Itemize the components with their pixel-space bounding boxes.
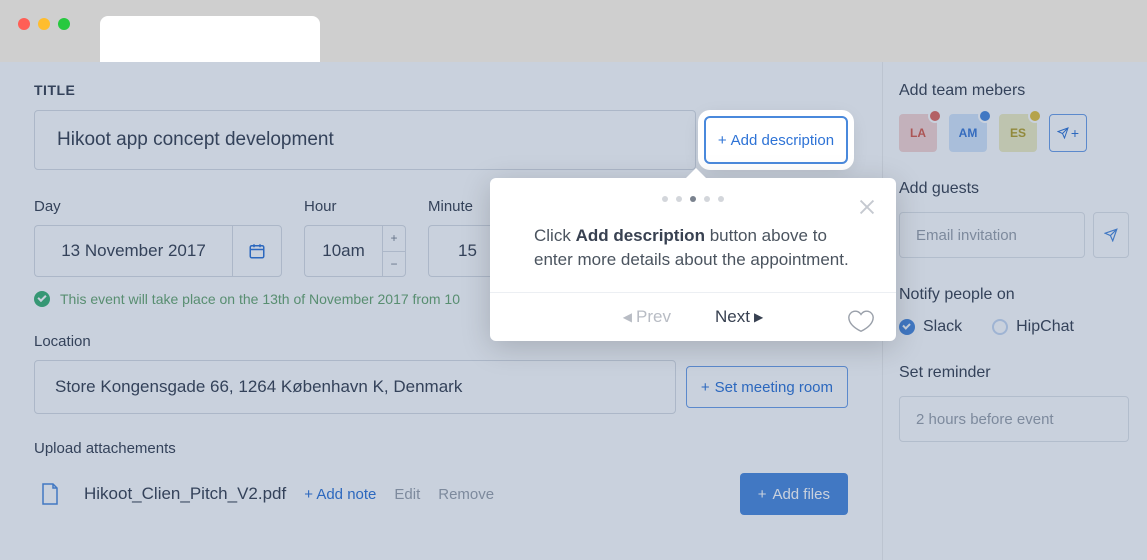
hour-input[interactable]: 10am: [304, 225, 382, 277]
add-note-link[interactable]: + Add note: [304, 486, 376, 503]
calendar-button[interactable]: [232, 225, 282, 277]
hour-up-button[interactable]: +: [382, 225, 406, 251]
browser-chrome: [0, 0, 1147, 62]
traffic-lights: [18, 18, 70, 30]
dot[interactable]: [676, 196, 682, 202]
send-icon: [1057, 127, 1069, 139]
tutorial-popover: Click Add description button above to en…: [490, 178, 896, 341]
team-avatar[interactable]: AM: [949, 114, 987, 152]
reminder-input[interactable]: 2 hours before event: [899, 396, 1129, 442]
file-icon: [34, 478, 66, 510]
radio-unchecked-icon: [992, 319, 1008, 335]
close-popover-button[interactable]: [856, 194, 878, 225]
hour-label: Hour: [304, 198, 406, 215]
day-label: Day: [34, 198, 282, 215]
sidebar: Add team mebers LA AM ES + Add guests Em…: [882, 62, 1147, 560]
dot[interactable]: [662, 196, 668, 202]
status-badge: [928, 109, 942, 123]
notify-slack-option[interactable]: Slack: [899, 318, 962, 336]
add-description-button[interactable]: + Add description: [704, 116, 848, 164]
location-input[interactable]: Store Kongensgade 66, 1264 København K, …: [34, 360, 676, 414]
team-avatar[interactable]: LA: [899, 114, 937, 152]
remove-link[interactable]: Remove: [438, 486, 494, 503]
add-files-button[interactable]: + Add files: [740, 473, 848, 515]
popover-text: Click Add description button above to en…: [490, 208, 896, 292]
set-meeting-room-button[interactable]: + Set meeting room: [686, 366, 848, 408]
status-badge: [1028, 109, 1042, 123]
plus-icon: +: [758, 486, 767, 503]
title-input[interactable]: Hikoot app concept development: [34, 110, 696, 170]
dot[interactable]: [704, 196, 710, 202]
day-input[interactable]: 13 November 2017: [34, 225, 232, 277]
radio-checked-icon: [899, 319, 915, 335]
browser-tab[interactable]: [100, 16, 320, 62]
send-icon: [1104, 228, 1118, 242]
maximize-window-icon[interactable]: [58, 18, 70, 30]
check-circle-icon: [34, 291, 50, 307]
hour-down-button[interactable]: −: [382, 251, 406, 278]
send-invitation-button[interactable]: [1093, 212, 1129, 258]
plus-icon: +: [701, 379, 710, 396]
calendar-icon: [248, 242, 266, 260]
title-label: TITLE: [34, 82, 848, 98]
add-team-member-button[interactable]: +: [1049, 114, 1087, 152]
next-button[interactable]: Next ▶: [715, 307, 763, 327]
team-avatar[interactable]: ES: [999, 114, 1037, 152]
guests-label: Add guests: [899, 180, 1129, 198]
guest-email-input[interactable]: Email invitation: [899, 212, 1085, 258]
notify-label: Notify people on: [899, 286, 1129, 304]
edit-link[interactable]: Edit: [394, 486, 420, 503]
upload-label: Upload attachements: [34, 440, 848, 457]
notify-hipchat-option[interactable]: HipChat: [992, 318, 1074, 336]
plus-icon: +: [718, 132, 727, 149]
triangle-left-icon: ◀: [623, 310, 632, 324]
dot-active[interactable]: [690, 196, 696, 202]
plus-icon: +: [1071, 125, 1079, 141]
close-window-icon[interactable]: [18, 18, 30, 30]
dot[interactable]: [718, 196, 724, 202]
file-name: Hikoot_Clien_Pitch_V2.pdf: [84, 484, 286, 504]
reminder-label: Set reminder: [899, 364, 1129, 382]
prev-button[interactable]: ◀ Prev: [623, 307, 671, 327]
team-label: Add team mebers: [899, 82, 1129, 100]
triangle-right-icon: ▶: [754, 310, 763, 324]
progress-dots: [490, 178, 896, 208]
feedback-button[interactable]: [846, 305, 876, 340]
heart-icon: [846, 305, 876, 335]
minimize-window-icon[interactable]: [38, 18, 50, 30]
status-badge: [978, 109, 992, 123]
close-icon: [856, 196, 878, 218]
